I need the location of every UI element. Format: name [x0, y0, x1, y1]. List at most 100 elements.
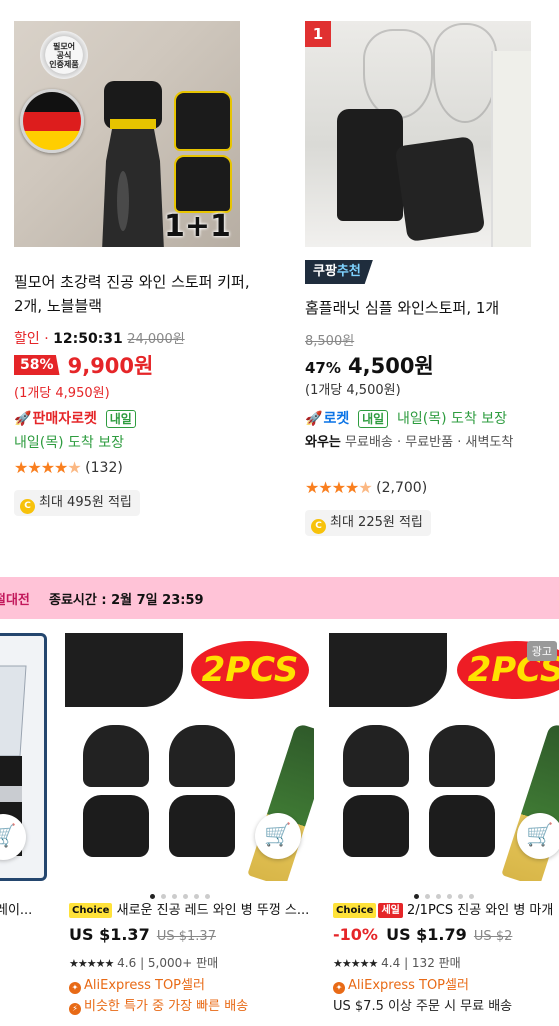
delivery-guarantee: 내일(목) 도착 보장: [397, 411, 508, 427]
ali-product-image[interactable]: 2PCS 🛒: [65, 633, 314, 881]
currency: US $: [386, 925, 428, 944]
ali-product-image[interactable]: 2PCS 광고 🛒: [329, 633, 559, 881]
unit-price: (1개당 4,500원): [305, 383, 401, 398]
countdown-timer: 12:50:31: [53, 331, 123, 347]
ali-extra-text: 비슷한 특가 중 가장 빠른 배송: [84, 999, 249, 1014]
ali-rating-value: 4.6: [117, 956, 137, 970]
rating-row: ★★★★★ (132): [14, 458, 123, 477]
sale-event-banner[interactable]: 절대전 종료시간 : 2월 7일 23:59: [0, 577, 559, 619]
ali-product-title[interactable]: Choice 세일 2/1PCS 진공 와인 병 마개: [333, 899, 559, 918]
ali-title-text: 새로운 진공 레드 와인 병 뚜껑 스...: [116, 903, 309, 918]
top-seller-icon: ✦: [69, 982, 81, 994]
rocket-icon: 🚀: [305, 411, 323, 427]
add-to-cart-button[interactable]: 🛒: [255, 813, 301, 859]
ali-product-title[interactable]: 레이...: [0, 899, 36, 918]
coin-icon: C: [311, 519, 326, 534]
german-flag-icon: [20, 89, 84, 153]
ali-product-image-peek[interactable]: 🛒: [0, 633, 47, 881]
image-carousel-dots: [150, 884, 216, 899]
rocket-label: 판매자로켓: [32, 411, 97, 427]
top-seller-icon: ✦: [333, 982, 345, 994]
product-title[interactable]: 홈플래닛 심플 와인스토퍼, 1개: [305, 296, 553, 320]
stopper-icon: [174, 155, 232, 213]
image-overlay-text: 1+1: [164, 209, 231, 244]
image-carousel-dots: [414, 884, 480, 899]
sale-tag: 세일: [378, 903, 403, 918]
star-rating-icon: ★★★★★: [333, 957, 378, 970]
cart-icon: 🛒: [526, 823, 554, 848]
add-to-cart-button[interactable]: 🛒: [517, 813, 559, 859]
tomorrow-tag: 내일: [105, 410, 136, 428]
review-count: (2,700): [376, 480, 428, 496]
original-price: 24,000원: [127, 332, 185, 347]
pcs-badge: 2PCS: [191, 641, 309, 699]
cashback-badge: C 최대 225원 적립: [305, 510, 431, 536]
rocket-icon: 🚀: [14, 411, 32, 427]
coin-icon: C: [20, 499, 35, 514]
stopper-icon: [343, 795, 409, 857]
stopper-icon: [83, 725, 149, 787]
ali-rating-value: 4.4: [381, 956, 401, 970]
star-rating-icon: ★★★★★: [69, 957, 114, 970]
stopper-icon: [337, 109, 403, 221]
tomorrow-tag: 내일: [358, 410, 389, 428]
ali-price-row: -10% US $1.79 US $2: [333, 925, 512, 944]
sale-price: 4,500원: [348, 354, 434, 378]
ali-seller-badge: ✦ AliExpress TOP셀러: [333, 974, 469, 994]
stopper-icon: [394, 136, 486, 242]
wine-glass-illustration: [433, 23, 497, 123]
wow-benefit-list: 무료배송 · 무료반품 · 새벽도착: [340, 435, 514, 450]
ali-rating-row: ★★★★★ 4.4 | 132 판매: [333, 954, 461, 971]
ali-seller-text: AliExpress TOP셀러: [348, 978, 469, 993]
ali-original-price: US $2: [473, 929, 513, 944]
ali-sold-count: | 5,000+ 판매: [140, 956, 219, 970]
champagne-bottle-illustration: [501, 722, 559, 881]
product-image[interactable]: 필모어 공식 인증제품 1+1: [14, 21, 240, 247]
price-row: 47% 4,500원: [305, 350, 434, 380]
product-image[interactable]: 1: [305, 21, 531, 247]
sale-event-name: 절대전: [0, 593, 30, 608]
time-sale-line: 할인 · 12:50:31 24,000원: [14, 331, 185, 347]
discount-percent: 47%: [305, 359, 341, 377]
ali-seller-badge: ✦ AliExpress TOP셀러: [69, 974, 205, 994]
rocket-delivery-row: 🚀로켓 내일 내일(목) 도착 보장: [305, 408, 507, 428]
stopper-icon: [343, 725, 409, 787]
original-price: 8,500원: [305, 334, 355, 349]
stopper-icon: [83, 795, 149, 857]
ali-rating-row: ★★★★★ 4.6 | 5,000+ 판매: [69, 954, 218, 971]
rating-row: ★★★★★ (2,700): [305, 478, 427, 497]
cashback-text: 최대 225원 적립: [330, 515, 423, 530]
discount-badge: 58%: [14, 355, 60, 375]
stopper-icon: [429, 795, 495, 857]
ali-shipping-note: US $7.5 이상 주문 시 무료 배송: [333, 999, 513, 1014]
stopper-icon: [65, 633, 183, 707]
wine-bottle-illustration: [102, 81, 164, 247]
currency: US $: [69, 925, 111, 944]
badge-prefix: 쿠팡: [313, 264, 337, 279]
ali-product-title[interactable]: Choice 새로운 진공 레드 와인 병 뚜껑 스...: [69, 899, 309, 918]
review-count: (132): [85, 460, 123, 476]
certification-seal-icon: 필모어 공식 인증제품: [40, 31, 88, 79]
stopper-icon: [329, 633, 447, 707]
wow-label: 와우는: [305, 435, 341, 450]
product-title[interactable]: 필모어 초강력 진공 와인 스토퍼 키퍼, 2개, 노블블랙: [14, 270, 254, 318]
fast-delivery-icon: ⚡: [69, 1003, 81, 1015]
wow-benefits: 와우는 무료배송 · 무료반품 · 새벽도착: [305, 432, 545, 453]
rocket-delivery-row: 🚀판매자로켓 내일: [14, 408, 136, 428]
wine-glass-illustration: [363, 29, 433, 119]
sale-label: 할인: [14, 331, 40, 347]
coupang-recommend-badge: 쿠팡추천: [305, 260, 373, 284]
sale-price: 9,900원: [67, 354, 154, 378]
stopper-icon: [429, 725, 495, 787]
ali-delivery-note: ⚡ 비슷한 특가 중 가장 빠른 배송: [69, 995, 248, 1015]
price-row: 58% 9,900원: [14, 350, 153, 380]
rocket-label: 로켓: [323, 411, 350, 427]
rank-badge: 1: [305, 21, 331, 47]
ali-sold-count: | 132 판매: [404, 956, 461, 970]
ali-price: 1.37: [110, 925, 150, 944]
star-rating-icon: ★★★★★: [305, 478, 373, 497]
stopper-icon: [174, 91, 232, 151]
ali-original-price: US $1.37: [156, 929, 216, 944]
badge-suffix: 추천: [336, 264, 361, 279]
stopper-icon: [169, 725, 235, 787]
